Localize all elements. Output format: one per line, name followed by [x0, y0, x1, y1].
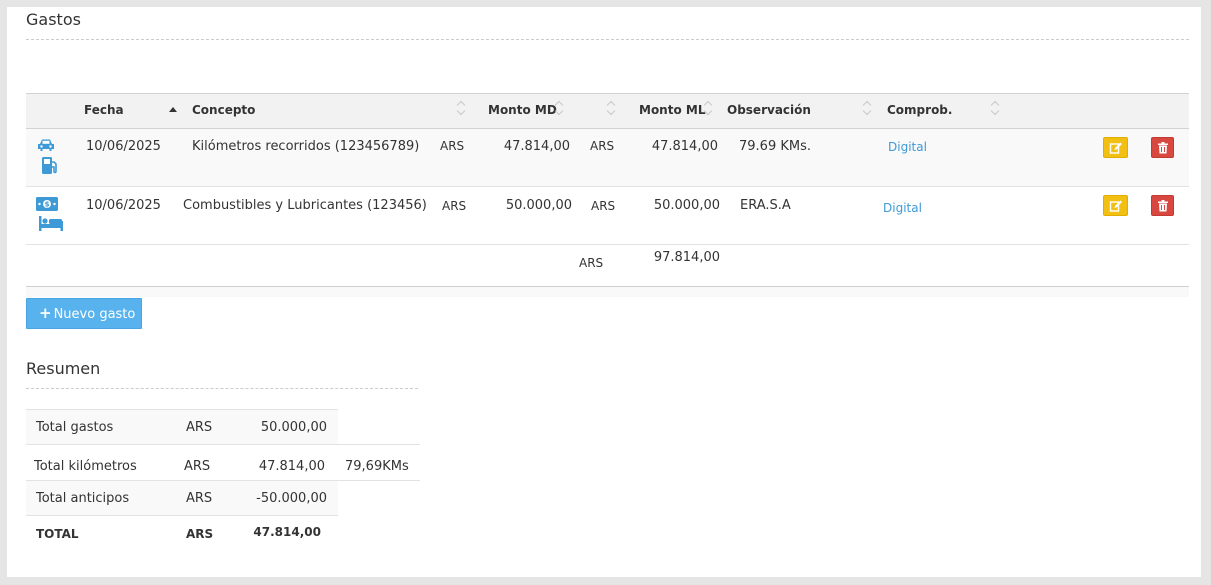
resumen-divider: [26, 388, 418, 389]
nuevo-gasto-label: Nuevo gasto: [53, 307, 136, 322]
row-fecha: 10/06/2025: [86, 198, 161, 213]
row-moneda-ml: ARS: [591, 199, 616, 213]
column-header-monto-ml[interactable]: Monto ML: [639, 103, 705, 117]
nuevo-gasto-button[interactable]: + Nuevo gasto: [26, 298, 142, 329]
column-header-fecha[interactable]: Fecha: [84, 103, 124, 117]
title-divider: [26, 39, 1189, 40]
summary-divider: [26, 480, 420, 481]
sort-icon[interactable]: [457, 100, 467, 116]
column-header-monto-md[interactable]: Monto MD: [488, 103, 557, 117]
edit-button[interactable]: [1103, 195, 1128, 216]
summary-total-moneda: ARS: [186, 527, 214, 541]
column-header-observacion[interactable]: Observación: [727, 103, 811, 117]
summary-label: Total kilómetros: [34, 459, 137, 474]
row-divider: [26, 244, 1189, 245]
delete-button[interactable]: [1151, 195, 1174, 216]
row-divider: [26, 186, 1189, 187]
sort-icon[interactable]: [555, 100, 565, 116]
svg-text:$: $: [45, 201, 50, 209]
summary-monto: 47.814,00: [258, 459, 325, 474]
summary-extra: 79,69KMs: [345, 459, 409, 474]
row-moneda-ml: ARS: [590, 139, 615, 153]
row-monto-ml: 50.000,00: [653, 198, 720, 213]
edit-icon: [1109, 200, 1122, 212]
comprob-link[interactable]: Digital: [883, 201, 922, 215]
trash-icon: [1157, 141, 1168, 153]
footer-total-moneda: ARS: [579, 256, 604, 270]
resumen-title: Resumen: [26, 359, 101, 378]
money-icon: $: [36, 196, 58, 215]
row-moneda-md: ARS: [440, 139, 465, 153]
summary-total-label: TOTAL: [36, 527, 79, 541]
summary-monto: 50.000,00: [260, 420, 327, 435]
summary-divider: [26, 515, 338, 516]
row-monto-ml: 47.814,00: [651, 139, 718, 154]
column-header-comprob[interactable]: Comprob.: [887, 103, 952, 117]
row-concepto: Kilómetros recorridos (123456789): [192, 139, 420, 154]
summary-moneda: ARS: [184, 459, 211, 474]
edit-button[interactable]: [1103, 137, 1128, 158]
gas-pump-icon: [41, 155, 59, 179]
column-header-concepto[interactable]: Concepto: [192, 103, 255, 117]
summary-total-monto: 47.814,00: [253, 525, 321, 539]
row-concepto: Combustibles y Lubricantes (123456): [183, 198, 427, 213]
trash-icon: [1157, 199, 1168, 211]
summary-label: Total gastos: [36, 420, 114, 435]
edit-icon: [1109, 142, 1122, 154]
row-moneda-md: ARS: [442, 199, 467, 213]
summary-moneda: ARS: [186, 420, 213, 435]
expenses-panel: Gastos Fecha Concepto Monto MD Monto ML …: [7, 7, 1201, 577]
comprob-link[interactable]: Digital: [888, 140, 927, 154]
sort-icon[interactable]: [607, 100, 617, 116]
row-monto-md: 50.000,00: [505, 198, 572, 213]
summary-divider: [26, 409, 338, 410]
sort-asc-icon[interactable]: [169, 107, 177, 112]
summary-label: Total anticipos: [36, 491, 130, 506]
row-monto-md: 47.814,00: [503, 139, 570, 154]
table-footer-strip: [26, 287, 1189, 297]
sort-icon[interactable]: [704, 100, 714, 116]
row-observacion: 79.69 KMs.: [739, 139, 811, 154]
delete-button[interactable]: [1151, 137, 1174, 158]
summary-divider: [26, 444, 420, 445]
row-fecha: 10/06/2025: [86, 139, 161, 154]
gastos-title: Gastos: [26, 10, 81, 29]
plus-icon: +: [39, 304, 52, 322]
sort-icon[interactable]: [863, 100, 873, 116]
car-icon: [37, 137, 55, 156]
summary-monto: -50.000,00: [256, 491, 327, 506]
summary-moneda: ARS: [186, 491, 213, 506]
table-row: [26, 129, 1189, 186]
row-observacion: ERA.S.A: [740, 198, 791, 213]
sort-icon[interactable]: [991, 100, 1001, 116]
bed-icon: [39, 216, 63, 235]
footer-total-monto: 97.814,00: [653, 250, 720, 265]
